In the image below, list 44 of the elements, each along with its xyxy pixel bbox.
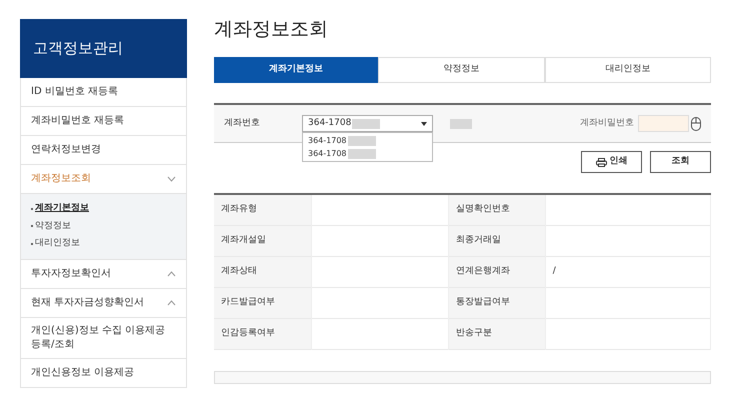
tab[interactable]: 약정정보: [378, 57, 545, 83]
redacted-mark: [352, 118, 380, 128]
account-label: 계좌번호: [224, 116, 261, 130]
search-button[interactable]: 조회: [650, 151, 711, 173]
sidebar-item[interactable]: 연락처정보변경: [20, 136, 187, 165]
dropdown-option[interactable]: 364-1708: [303, 147, 432, 160]
sidebar-item[interactable]: 개인(신용)정보 수집 이용제공 등록/조회: [20, 318, 187, 358]
dropdown-option[interactable]: 364-1708: [303, 134, 432, 147]
redacted-mark: [450, 119, 472, 130]
sidebar-item[interactable]: 개인신용정보 이용제공: [20, 358, 187, 388]
mouse-icon: [691, 116, 701, 130]
field-label: 통장발급여부: [448, 287, 546, 318]
field-label: 계좌상태: [214, 256, 311, 287]
page-title: 계좌정보조회: [214, 17, 329, 42]
submenu-link[interactable]: 약정정보: [31, 220, 176, 233]
submenu-link[interactable]: 계좌기본정보: [31, 202, 176, 216]
sidebar-item[interactable]: 현재 투자자금성향확인서: [20, 288, 187, 318]
field-label: 계좌유형: [214, 194, 311, 225]
chevron-down-icon: [167, 176, 176, 182]
chevron-up-icon: [167, 300, 176, 306]
sidebar-header: 고객정보관리: [20, 19, 187, 78]
tab[interactable]: 계좌기본정보: [214, 57, 378, 83]
printer-icon: [596, 158, 606, 166]
redacted-mark: [348, 136, 376, 146]
chevron-up-icon: [167, 270, 176, 276]
field-label: 카드발급여부: [214, 287, 311, 318]
sidebar-item[interactable]: 투자자정보확인서: [20, 260, 187, 288]
password-field[interactable]: [638, 115, 689, 132]
sidebar-item[interactable]: 계좌비밀번호 재등록: [20, 107, 187, 136]
sidebar-item[interactable]: ID 비밀번호 재등록: [20, 78, 187, 107]
tab[interactable]: 대리인정보: [544, 57, 711, 83]
caret-icon: [421, 122, 427, 126]
redacted-mark: [348, 148, 376, 158]
field-label: 반송구분: [448, 318, 546, 349]
field-label: 최종거래일: [448, 225, 546, 256]
password-label: 계좌비밀번호: [580, 116, 634, 130]
field-label: 실명확인번호: [448, 194, 546, 225]
field-label: 계좌개설일: [214, 225, 311, 256]
field-label: 연계은행계좌: [448, 256, 546, 287]
field-label: 인감등록여부: [214, 318, 311, 349]
submenu-link[interactable]: 대리인정보: [31, 237, 176, 250]
dropdown-value: 364-1708: [308, 116, 352, 130]
print-button[interactable]: 인쇄: [581, 151, 642, 173]
field-value: /: [545, 256, 710, 287]
